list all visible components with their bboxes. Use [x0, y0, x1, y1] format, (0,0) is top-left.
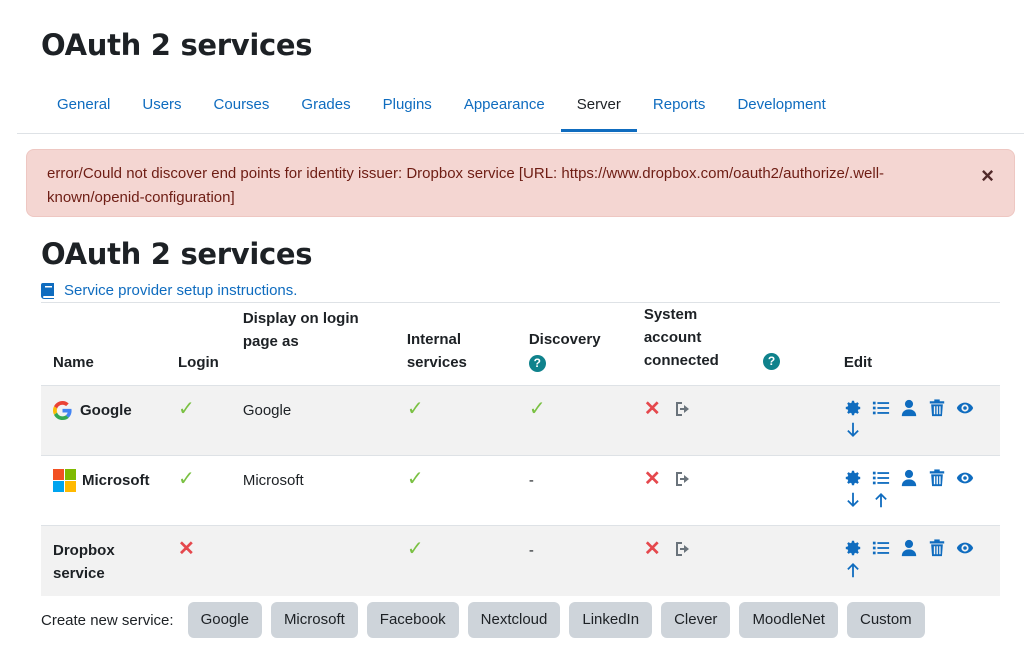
trash-icon[interactable] [928, 539, 946, 557]
col-display: Display on login page as [230, 302, 395, 386]
move-up-icon[interactable] [872, 491, 890, 509]
display-name: Microsoft [230, 455, 395, 526]
table-row: Microsoft ✓ Microsoft ✓ - ✕ [41, 455, 1000, 526]
eye-icon[interactable] [956, 399, 974, 417]
tab-reports[interactable]: Reports [637, 84, 722, 132]
tab-grades[interactable]: Grades [285, 84, 366, 132]
table-row: Google ✓ Google ✓ ✓ ✕ [41, 385, 1000, 456]
check-icon: ✓ [528, 398, 546, 420]
trash-icon[interactable] [928, 469, 946, 487]
table-row: Dropbox service ✕ ✓ - ✕ [41, 525, 1000, 596]
create-custom-button[interactable]: Custom [846, 602, 925, 638]
connect-system-account-icon[interactable] [675, 471, 693, 487]
check-icon: ✓ [406, 538, 424, 560]
create-facebook-button[interactable]: Facebook [366, 602, 459, 638]
move-down-icon[interactable] [844, 421, 862, 439]
microsoft-logo-icon [53, 469, 76, 492]
create-linkedin-button[interactable]: LinkedIn [569, 602, 653, 638]
service-name: Microsoft [82, 472, 150, 489]
user-icon[interactable] [900, 469, 918, 487]
tab-development[interactable]: Development [721, 84, 841, 132]
display-name: Google [230, 385, 395, 456]
section-heading: OAuth 2 services [41, 237, 313, 271]
help-icon[interactable]: ? [763, 352, 780, 370]
page-title: OAuth 2 services [41, 28, 313, 62]
col-name: Name [41, 302, 166, 386]
eye-icon[interactable] [956, 469, 974, 487]
tab-plugins[interactable]: Plugins [367, 84, 448, 132]
help-icon[interactable]: ? [528, 354, 546, 372]
col-edit: Edit [831, 302, 1000, 386]
user-icon[interactable] [900, 539, 918, 557]
create-service-bar: Create new service: Google Microsoft Fac… [41, 602, 925, 638]
setup-instructions-link[interactable]: Service provider setup instructions. [41, 282, 297, 299]
discovery-value: - [516, 525, 632, 596]
error-alert: error/Could not discover end points for … [26, 149, 1015, 217]
cross-icon: ✕ [643, 398, 661, 420]
cross-icon: ✕ [643, 538, 661, 560]
service-name: Dropbox service [53, 542, 115, 582]
cross-icon: ✕ [178, 538, 195, 560]
admin-tabs: General Users Courses Grades Plugins App… [41, 84, 842, 132]
gear-icon[interactable] [844, 539, 862, 557]
tab-general[interactable]: General [41, 84, 126, 132]
create-moodlenet-button[interactable]: MoodleNet [739, 602, 838, 638]
create-service-label: Create new service: [41, 611, 174, 629]
connect-system-account-icon[interactable] [675, 541, 693, 557]
service-name: Google [80, 402, 132, 419]
setup-instructions-label: Service provider setup instructions. [64, 282, 298, 299]
display-name [230, 525, 395, 596]
list-icon[interactable] [872, 469, 890, 487]
google-logo-icon [53, 401, 72, 420]
create-microsoft-button[interactable]: Microsoft [270, 602, 358, 638]
col-internal: Internal services [394, 302, 517, 386]
cross-icon: ✕ [643, 468, 661, 490]
gear-icon[interactable] [844, 469, 862, 487]
book-icon [41, 282, 54, 299]
move-down-icon[interactable] [844, 491, 862, 509]
services-table: Name Login Display on login page as Inte… [41, 302, 1000, 596]
discovery-value: - [516, 455, 632, 526]
gear-icon[interactable] [844, 399, 862, 417]
list-icon[interactable] [872, 399, 890, 417]
check-icon: ✓ [178, 468, 195, 490]
move-up-icon[interactable] [844, 561, 862, 579]
list-icon[interactable] [872, 539, 890, 557]
check-icon: ✓ [178, 398, 195, 420]
trash-icon[interactable] [928, 399, 946, 417]
create-clever-button[interactable]: Clever [661, 602, 731, 638]
tab-courses[interactable]: Courses [198, 84, 286, 132]
create-google-button[interactable]: Google [187, 602, 262, 638]
col-login: Login [166, 302, 231, 386]
close-icon[interactable]: × [981, 164, 994, 188]
eye-icon[interactable] [956, 539, 974, 557]
error-alert-text: error/Could not discover end points for … [47, 165, 885, 206]
check-icon: ✓ [406, 468, 424, 490]
user-icon[interactable] [900, 399, 918, 417]
col-discovery: Discovery? [516, 302, 632, 386]
tab-appearance[interactable]: Appearance [448, 84, 561, 132]
connect-system-account-icon[interactable] [675, 401, 693, 417]
col-system: System account connected ? [631, 302, 832, 386]
tab-server[interactable]: Server [560, 84, 638, 132]
tabs-divider [17, 133, 1024, 134]
create-nextcloud-button[interactable]: Nextcloud [467, 602, 561, 638]
tab-users[interactable]: Users [126, 84, 197, 132]
check-icon: ✓ [406, 398, 424, 420]
